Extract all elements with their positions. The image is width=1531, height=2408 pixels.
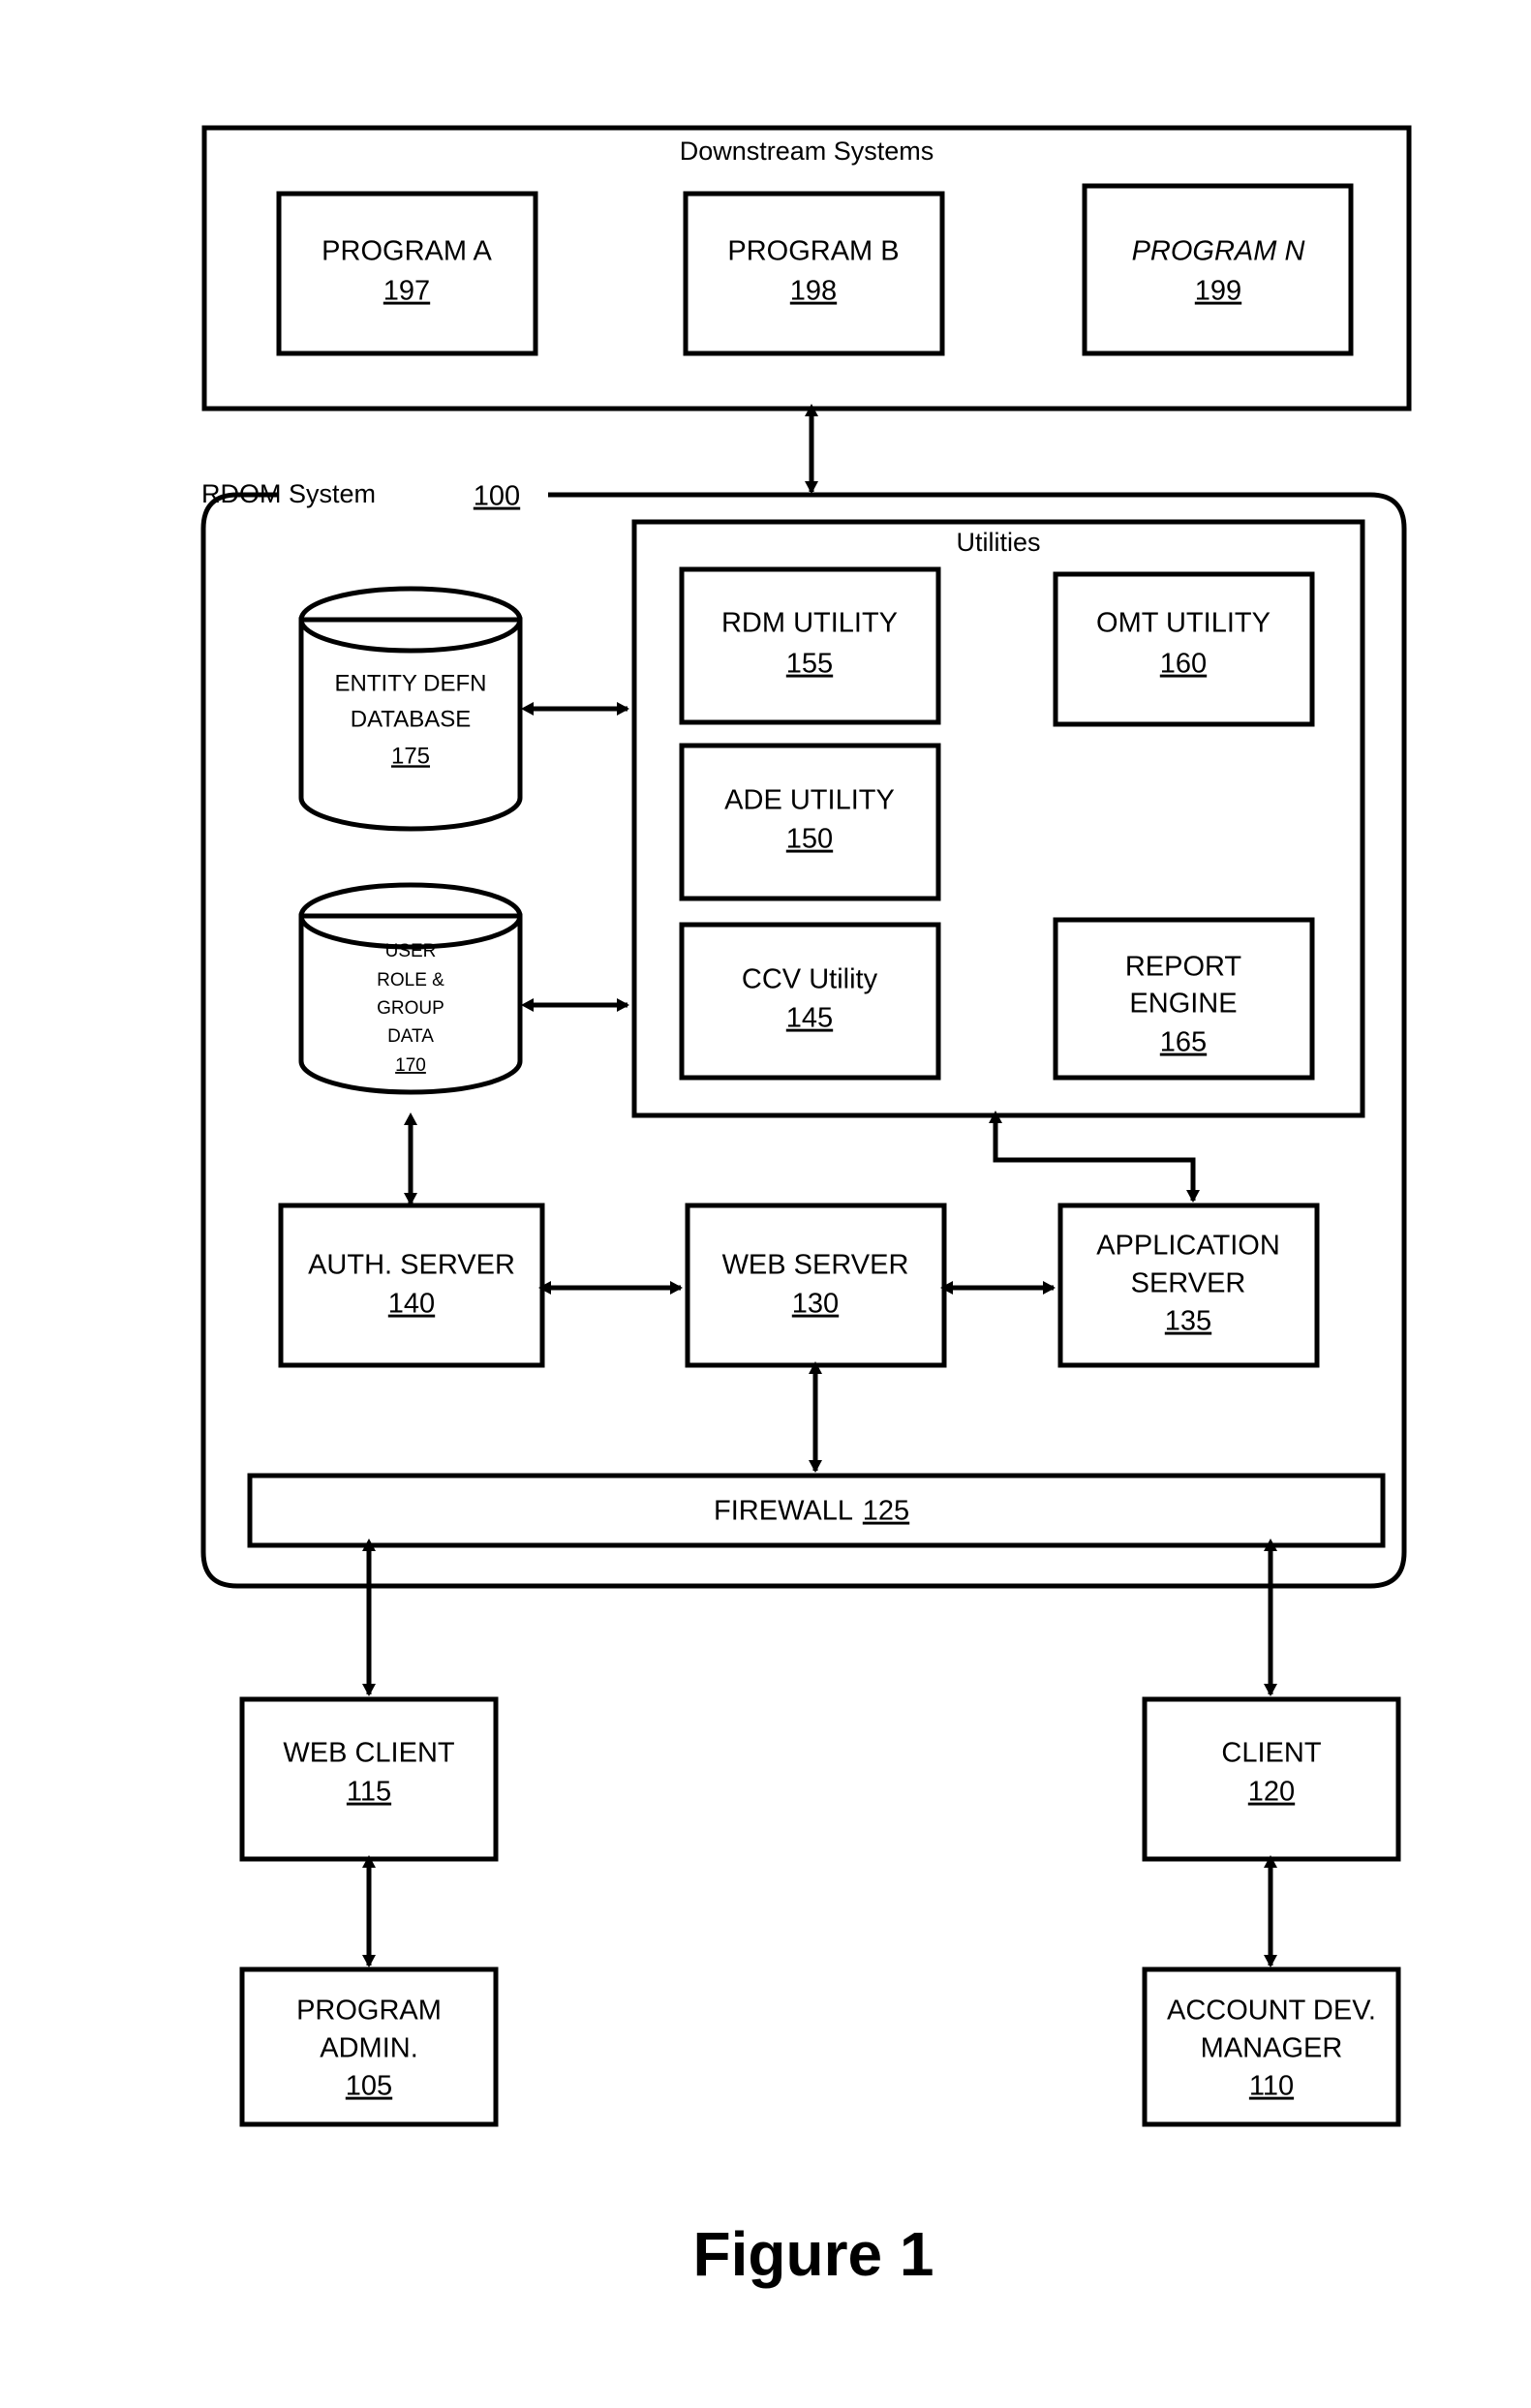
user-role-group-data-ref: 170: [395, 1055, 426, 1076]
user-role-group-data-line2: ROLE &: [377, 970, 444, 991]
entity-defn-database-line2: DATABASE: [351, 706, 471, 732]
program-a-box: [276, 191, 538, 356]
rdom-system-group: RDOM System 100 Utilities RDM UTILITY 15…: [200, 476, 1407, 1589]
rdm-utility-box: [679, 566, 941, 725]
program-b-ref: 198: [790, 276, 837, 307]
entity-defn-database-node: ENTITY DEFN DATABASE 175: [298, 586, 523, 832]
client-ref: 120: [1248, 1777, 1295, 1808]
account-dev-manager-node: ACCOUNT DEV. MANAGER 110: [1142, 1966, 1401, 2127]
downstream-systems-group: Downstream Systems PROGRAM A 197 PROGRAM…: [201, 125, 1412, 411]
omt-utility-ref: 160: [1160, 649, 1207, 680]
downstream-systems-title: Downstream Systems: [680, 137, 934, 166]
figure-caption: Figure 1: [693, 2219, 934, 2289]
program-n-label: PROGRAM N: [1132, 236, 1305, 267]
rdm-utility-label: RDM UTILITY: [721, 608, 898, 639]
program-a-ref: 197: [383, 276, 430, 307]
ccv-utility-label: CCV Utility: [742, 964, 878, 995]
patent-figure: Downstream Systems PROGRAM A 197 PROGRAM…: [0, 0, 1531, 2408]
rdm-utility-ref: 155: [786, 649, 833, 680]
program-n-node: PROGRAM N 199: [1082, 183, 1354, 356]
user-role-group-data-line4: DATA: [387, 1026, 434, 1047]
firewall-ref: 125: [863, 1496, 909, 1527]
rdm-utility-node: RDM UTILITY 155: [679, 566, 941, 725]
program-admin-node: PROGRAM ADMIN. 105: [239, 1966, 499, 2127]
application-server-label-line2: SERVER: [1131, 1268, 1246, 1299]
program-a-node: PROGRAM A 197: [276, 191, 538, 356]
program-n-ref: 199: [1195, 276, 1241, 307]
omt-utility-node: OMT UTILITY 160: [1053, 571, 1315, 727]
utilities-title: Utilities: [956, 528, 1040, 557]
report-engine-label-line2: ENGINE: [1129, 989, 1237, 1020]
application-server-label-line1: APPLICATION: [1096, 1231, 1280, 1262]
program-b-node: PROGRAM B 198: [683, 191, 945, 356]
entity-defn-database-line1: ENTITY DEFN: [335, 670, 487, 696]
program-n-box: [1082, 183, 1354, 356]
auth-server-ref: 140: [388, 1289, 435, 1320]
account-dev-manager-label-line2: MANAGER: [1201, 2033, 1343, 2064]
omt-utility-label: OMT UTILITY: [1096, 608, 1271, 639]
account-dev-manager-label-line1: ACCOUNT DEV.: [1167, 1996, 1376, 2027]
web-client-node: WEB CLIENT 115: [239, 1696, 499, 1862]
ccv-utility-ref: 145: [786, 1003, 833, 1034]
firewall-label: FIREWALL: [714, 1496, 853, 1527]
ade-utility-label: ADE UTILITY: [724, 785, 895, 816]
web-server-ref: 130: [792, 1289, 839, 1320]
downstream-systems-box: [201, 125, 1412, 411]
ade-utility-ref: 150: [786, 824, 833, 855]
auth-server-label: AUTH. SERVER: [308, 1250, 515, 1281]
web-client-label: WEB CLIENT: [283, 1738, 455, 1769]
auth-server-box: [278, 1203, 545, 1368]
web-server-box: [685, 1203, 947, 1368]
application-server-ref: 135: [1165, 1306, 1211, 1337]
ade-utility-box: [679, 743, 941, 901]
diagram-canvas: Downstream Systems PROGRAM A 197 PROGRAM…: [200, 125, 1412, 2289]
utilities-group: Utilities RDM UTILITY 155 OMT UTILITY 16…: [631, 519, 1365, 1118]
user-role-group-data-line1: USER: [385, 941, 437, 961]
firewall-node: FIREWALL 125: [247, 1473, 1386, 1548]
program-b-label: PROGRAM B: [727, 236, 899, 267]
connector-utilities-appserver: [989, 1111, 1200, 1203]
program-b-box: [683, 191, 945, 356]
ade-utility-node: ADE UTILITY 150: [679, 743, 941, 901]
user-role-group-data-node: USER ROLE & GROUP DATA 170: [298, 882, 523, 1095]
program-admin-label-line1: PROGRAM: [296, 1996, 442, 2027]
ccv-utility-box: [679, 922, 941, 1081]
rdom-system-ref: 100: [474, 481, 520, 512]
web-server-node: WEB SERVER 130: [685, 1203, 947, 1368]
auth-server-node: AUTH. SERVER 140: [278, 1203, 545, 1368]
report-engine-ref: 165: [1160, 1027, 1207, 1058]
web-client-ref: 115: [347, 1777, 391, 1808]
program-admin-label-line2: ADMIN.: [320, 2033, 418, 2064]
program-admin-ref: 105: [346, 2071, 392, 2102]
account-dev-manager-ref: 110: [1249, 2071, 1294, 2102]
user-role-group-data-line3: GROUP: [377, 998, 444, 1019]
connector-utilities-appserver-path: [989, 1111, 1200, 1203]
report-engine-node: REPORT ENGINE 165: [1053, 917, 1315, 1081]
rdom-system-title: RDOM System: [201, 479, 376, 508]
ccv-utility-node: CCV Utility 145: [679, 922, 941, 1081]
application-server-node: APPLICATION SERVER 135: [1057, 1203, 1320, 1368]
client-label: CLIENT: [1221, 1738, 1321, 1769]
program-a-label: PROGRAM A: [322, 236, 492, 267]
report-engine-label-line1: REPORT: [1125, 952, 1242, 983]
entity-defn-database-ref: 175: [391, 743, 430, 769]
client-node: CLIENT 120: [1142, 1696, 1401, 1862]
web-server-label: WEB SERVER: [722, 1250, 909, 1281]
